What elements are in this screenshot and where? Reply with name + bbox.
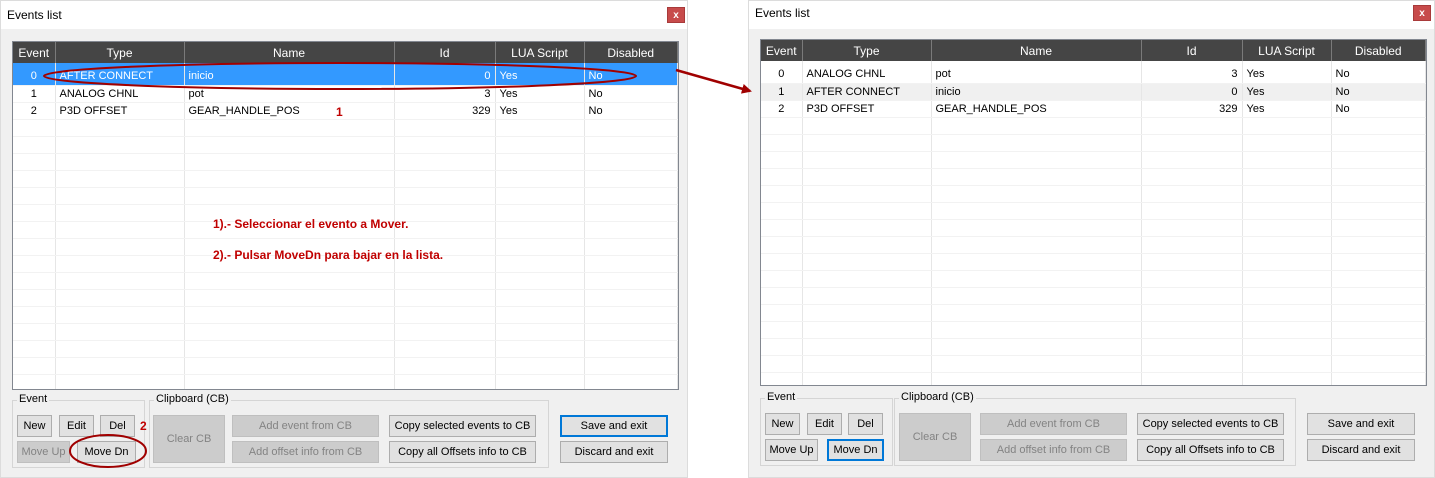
annotation-overlay <box>43 62 752 468</box>
arrow-icon <box>675 68 752 94</box>
highlight-oval-move-dn <box>69 434 147 468</box>
highlight-oval-selected-row <box>43 62 637 90</box>
